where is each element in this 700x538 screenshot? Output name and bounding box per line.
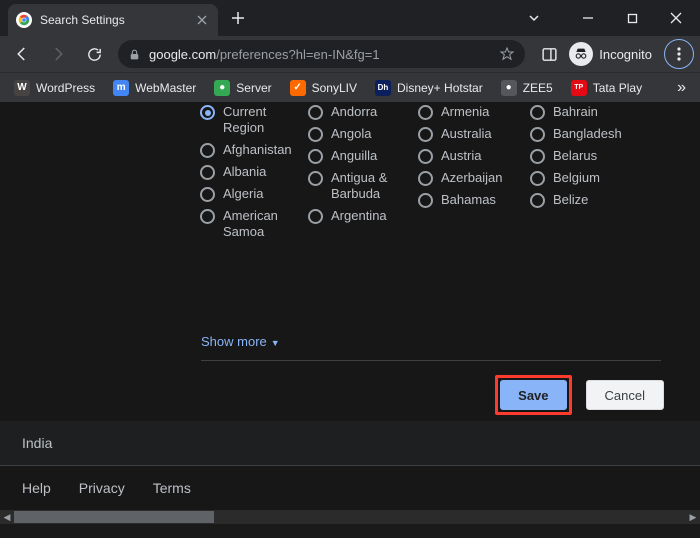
region-option[interactable]: Argentina <box>308 208 418 224</box>
window-close-icon[interactable] <box>654 2 698 34</box>
region-option[interactable]: Algeria <box>200 186 308 202</box>
incognito-label: Incognito <box>599 47 652 62</box>
bookmark-item[interactable]: WWordPress <box>6 76 103 100</box>
bookmark-item[interactable]: ●Server <box>206 76 279 100</box>
region-radio-group: Current Region Afghanistan Albania Alger… <box>200 104 640 240</box>
window-minimize-icon[interactable] <box>566 2 610 34</box>
scroll-right-icon[interactable]: ▶ <box>686 510 700 524</box>
region-option[interactable]: Anguilla <box>308 148 418 164</box>
bookmarks-bar: WWordPress mWebMaster ●Server ✓SonyLIV D… <box>0 72 700 102</box>
region-option[interactable]: Andorra <box>308 104 418 120</box>
tataplay-icon: TP <box>571 80 587 96</box>
nav-reload-icon[interactable] <box>78 38 110 70</box>
server-icon: ● <box>214 80 230 96</box>
radio-icon <box>200 143 215 158</box>
caret-down-icon: ▼ <box>271 338 280 348</box>
footer-link-help[interactable]: Help <box>22 480 51 496</box>
address-bar: google.com/preferences?hl=en-IN&fg=1 Inc… <box>0 36 700 72</box>
radio-icon <box>418 127 433 142</box>
region-option[interactable]: Afghanistan <box>200 142 308 158</box>
tab-title: Search Settings <box>40 13 190 27</box>
region-option[interactable]: Angola <box>308 126 418 142</box>
region-option[interactable]: Current Region <box>200 104 308 136</box>
region-option[interactable]: Azerbaijan <box>418 170 530 186</box>
region-option[interactable]: Austria <box>418 148 530 164</box>
url-input[interactable]: google.com/preferences?hl=en-IN&fg=1 <box>118 40 525 68</box>
region-option[interactable]: Belize <box>530 192 640 208</box>
zee5-icon: ● <box>501 80 517 96</box>
bookmark-item[interactable]: ●ZEE5 <box>493 76 561 100</box>
tab-search-icon[interactable] <box>512 2 556 34</box>
incognito-indicator[interactable]: Incognito <box>569 42 652 66</box>
scroll-left-icon[interactable]: ◀ <box>0 510 14 524</box>
bookmark-star-icon[interactable] <box>499 46 515 62</box>
webmaster-icon: m <box>113 80 129 96</box>
footer-link-privacy[interactable]: Privacy <box>79 480 125 496</box>
radio-icon <box>200 209 215 224</box>
region-option[interactable]: Bahamas <box>418 192 530 208</box>
region-option[interactable]: Bahrain <box>530 104 640 120</box>
wordpress-icon: W <box>14 80 30 96</box>
radio-icon <box>200 165 215 180</box>
radio-icon <box>308 149 323 164</box>
browser-tab[interactable]: Search Settings <box>8 4 218 36</box>
radio-icon <box>200 105 215 120</box>
new-tab-button[interactable] <box>224 4 252 32</box>
bookmark-item[interactable]: TPTata Play <box>563 76 650 100</box>
hotstar-icon: Dh <box>375 80 391 96</box>
radio-icon <box>200 187 215 202</box>
save-highlight: Save <box>495 375 571 415</box>
window-maximize-icon[interactable] <box>610 2 654 34</box>
page-content: Current Region Afghanistan Albania Alger… <box>0 102 700 524</box>
url-text: google.com/preferences?hl=en-IN&fg=1 <box>149 47 380 62</box>
bookmarks-overflow-icon[interactable]: » <box>669 79 694 97</box>
region-option[interactable]: Armenia <box>418 104 530 120</box>
bookmark-item[interactable]: ✓SonyLIV <box>282 76 365 100</box>
scrollbar-thumb[interactable] <box>14 511 214 523</box>
lock-icon <box>128 48 141 61</box>
radio-icon <box>308 209 323 224</box>
incognito-icon <box>569 42 593 66</box>
radio-icon <box>418 193 433 208</box>
radio-icon <box>308 127 323 142</box>
horizontal-scrollbar[interactable]: ◀ ▶ <box>0 510 700 524</box>
google-favicon <box>16 12 32 28</box>
region-option[interactable]: American Samoa <box>200 208 308 240</box>
window-titlebar: Search Settings <box>0 0 700 36</box>
nav-forward-icon[interactable] <box>42 38 74 70</box>
divider <box>201 360 661 361</box>
radio-icon <box>530 149 545 164</box>
region-option[interactable]: Albania <box>200 164 308 180</box>
radio-icon <box>530 193 545 208</box>
region-option[interactable]: Belgium <box>530 170 640 186</box>
radio-icon <box>418 171 433 186</box>
radio-icon <box>308 105 323 120</box>
region-option[interactable]: Australia <box>418 126 530 142</box>
cancel-button[interactable]: Cancel <box>586 380 664 410</box>
nav-back-icon[interactable] <box>6 38 38 70</box>
radio-icon <box>530 127 545 142</box>
side-panel-icon[interactable] <box>533 38 565 70</box>
footer-country: India <box>0 421 700 466</box>
save-button[interactable]: Save <box>500 380 566 410</box>
bookmark-item[interactable]: DhDisney+ Hotstar <box>367 76 491 100</box>
sonyliv-icon: ✓ <box>290 80 306 96</box>
radio-icon <box>530 105 545 120</box>
region-option[interactable]: Bangladesh <box>530 126 640 142</box>
bookmark-item[interactable]: mWebMaster <box>105 76 204 100</box>
radio-icon <box>418 149 433 164</box>
radio-icon <box>308 171 323 186</box>
browser-menu-icon[interactable] <box>664 39 694 69</box>
radio-icon <box>418 105 433 120</box>
radio-icon <box>530 171 545 186</box>
footer-link-terms[interactable]: Terms <box>153 480 191 496</box>
region-option[interactable]: Belarus <box>530 148 640 164</box>
region-option[interactable]: Antigua & Barbuda <box>308 170 418 202</box>
show-more-link[interactable]: Show more▼ <box>201 334 280 349</box>
tab-close-icon[interactable] <box>194 12 210 28</box>
page-footer: India Help Privacy Terms <box>0 421 700 510</box>
